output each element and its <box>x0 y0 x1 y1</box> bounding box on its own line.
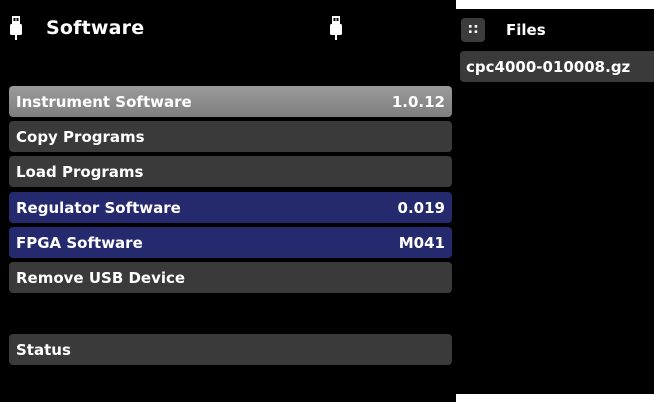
grid-icon[interactable]: ∷ <box>461 18 485 42</box>
row-value: 0.019 <box>397 199 445 217</box>
row-label: Copy Programs <box>16 128 145 146</box>
row-label: FPGA Software <box>16 234 143 252</box>
file-name: cpc4000-010008.gz <box>466 58 631 76</box>
files-panel: ∷ Files cpc4000-010008.gz <box>456 9 654 394</box>
usb-connected-icon[interactable] <box>330 16 342 40</box>
title-bar: Software <box>10 14 450 44</box>
page-title: Software <box>46 17 145 39</box>
status-row[interactable]: Status <box>9 334 452 365</box>
load-programs-row[interactable]: Load Programs <box>9 156 452 187</box>
row-label: Status <box>16 341 71 359</box>
row-label: Regulator Software <box>16 199 181 217</box>
software-panel: Software Instrument Software 1.0.12 Copy… <box>0 0 456 402</box>
files-title: Files <box>506 21 546 39</box>
instrument-software-row[interactable]: Instrument Software 1.0.12 <box>9 86 452 117</box>
regulator-software-row: Regulator Software 0.019 <box>9 192 452 223</box>
software-screen: Software Instrument Software 1.0.12 Copy… <box>0 0 654 402</box>
row-value: M041 <box>398 234 445 252</box>
row-value: 1.0.12 <box>391 93 445 111</box>
fpga-software-row: FPGA Software M041 <box>9 227 452 258</box>
file-list-item[interactable]: cpc4000-010008.gz <box>460 51 654 82</box>
remove-usb-device-row[interactable]: Remove USB Device <box>9 262 452 293</box>
copy-programs-row[interactable]: Copy Programs <box>9 121 452 152</box>
row-label: Load Programs <box>16 163 144 181</box>
row-label: Remove USB Device <box>16 269 186 287</box>
row-label: Instrument Software <box>16 93 192 111</box>
files-header: ∷ Files <box>456 15 654 45</box>
usb-icon <box>10 16 22 40</box>
